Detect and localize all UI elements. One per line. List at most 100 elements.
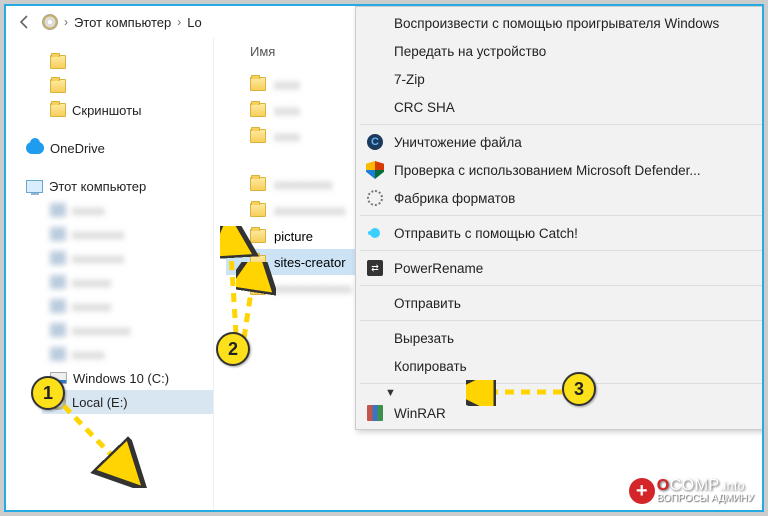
ctx-copy[interactable]: Копировать bbox=[356, 352, 764, 380]
separator bbox=[360, 320, 763, 321]
ctx-label: CRC SHA bbox=[394, 100, 455, 115]
tree-label: xxxxxxxxx bbox=[72, 323, 131, 338]
tree-label: Скриншоты bbox=[72, 103, 141, 118]
shred-icon: C bbox=[366, 133, 384, 151]
tree-item[interactable] bbox=[42, 50, 213, 74]
ctx-send-catch[interactable]: Отправить с помощью Catch! bbox=[356, 219, 764, 247]
tree-label: xxxxxxxx bbox=[72, 227, 124, 242]
folder-icon bbox=[50, 79, 66, 93]
tree-item[interactable]: xxxxxx bbox=[42, 294, 213, 318]
blank-icon bbox=[366, 357, 384, 375]
breadcrumb-root[interactable] bbox=[42, 14, 58, 30]
pc-icon bbox=[26, 180, 43, 193]
tree-item-onedrive[interactable]: OneDrive bbox=[18, 136, 213, 160]
tree-item[interactable]: xxxxxxxxx bbox=[42, 318, 213, 342]
nav-tree: Скриншоты OneDrive Этот компьютер xxxxx … bbox=[6, 38, 214, 510]
file-name: sites-creator bbox=[274, 255, 346, 270]
defender-icon bbox=[366, 161, 384, 179]
ctx-label: Передать на устройство bbox=[394, 44, 546, 59]
breadcrumb[interactable]: › Этот компьютер › Lo bbox=[42, 14, 202, 30]
ctx-label: 7-Zip bbox=[394, 72, 425, 87]
blank-icon bbox=[366, 329, 384, 347]
ctx-label: Фабрика форматов bbox=[394, 191, 515, 206]
disc-icon bbox=[42, 14, 58, 30]
tree-item[interactable]: xxxxxxxx bbox=[42, 246, 213, 270]
ctx-label: WinRAR bbox=[394, 406, 446, 421]
tree-label: xxxxxxxx bbox=[72, 251, 124, 266]
ctx-play-wmp[interactable]: Воспроизвести с помощью проигрывателя Wi… bbox=[356, 9, 764, 37]
tree-label: xxxxx bbox=[72, 203, 105, 218]
expand-menu-chevron[interactable]: ▼ bbox=[356, 387, 764, 399]
winrar-icon bbox=[366, 404, 384, 422]
blank-icon bbox=[366, 70, 384, 88]
breadcrumb-drive[interactable]: Lo bbox=[187, 15, 201, 30]
ctx-label: PowerRename bbox=[394, 261, 483, 276]
tree-item-this-pc[interactable]: Этот компьютер bbox=[18, 174, 213, 198]
file-name: xxxxxxxxxxx bbox=[274, 203, 346, 218]
tree-item-screenshots[interactable]: Скриншоты bbox=[42, 98, 213, 122]
watermark-tagline: вопросы админу bbox=[657, 494, 754, 504]
separator bbox=[360, 124, 763, 125]
file-name: xxxxxxxxxxxx bbox=[274, 281, 352, 296]
folder-icon bbox=[50, 55, 66, 69]
onedrive-icon bbox=[26, 142, 44, 154]
tree-label: xxxxxx bbox=[72, 275, 111, 290]
gear-icon bbox=[366, 189, 384, 207]
ctx-label: Отправить с помощью Catch! bbox=[394, 226, 578, 241]
folder-icon bbox=[250, 281, 266, 295]
context-menu: Воспроизвести с помощью проигрывателя Wi… bbox=[355, 6, 764, 430]
file-name: xxxxxxxxx bbox=[274, 177, 333, 192]
watermark: + OCOMP.info вопросы админу bbox=[629, 478, 754, 504]
ctx-cut[interactable]: Вырезать bbox=[356, 324, 764, 352]
tree-item[interactable]: xxxxx bbox=[42, 342, 213, 366]
ctx-label: Воспроизвести с помощью проигрывателя Wi… bbox=[394, 16, 719, 31]
tree-item-drive-e[interactable]: Local (E:) bbox=[42, 390, 213, 414]
ctx-cast-device[interactable]: Передать на устройство bbox=[356, 37, 764, 65]
ctx-label: Вырезать bbox=[394, 331, 454, 346]
ctx-7zip[interactable]: 7-Zip bbox=[356, 65, 764, 93]
ctx-winrar[interactable]: WinRAR bbox=[356, 399, 764, 427]
nav-back-button[interactable] bbox=[14, 11, 36, 33]
folder-icon bbox=[250, 177, 266, 191]
separator bbox=[360, 250, 763, 251]
annotation-marker-3: 3 bbox=[562, 372, 596, 406]
tree-item[interactable] bbox=[42, 74, 213, 98]
tree-label: Этот компьютер bbox=[49, 179, 146, 194]
tree-item[interactable]: xxxxxx bbox=[42, 270, 213, 294]
ctx-powerrename[interactable]: ⇄PowerRename bbox=[356, 254, 764, 282]
tree-item-drive-c[interactable]: Windows 10 (C:) bbox=[42, 366, 213, 390]
separator bbox=[360, 383, 763, 384]
separator bbox=[360, 285, 763, 286]
tree-label: Local (E:) bbox=[72, 395, 128, 410]
ctx-send-to[interactable]: Отправить bbox=[356, 289, 764, 317]
chevron-right-icon: › bbox=[177, 15, 181, 29]
folder-icon bbox=[250, 229, 266, 243]
blank-icon bbox=[366, 294, 384, 312]
ctx-label: Копировать bbox=[394, 359, 467, 374]
tree-label: OneDrive bbox=[50, 141, 105, 156]
blank-icon bbox=[366, 98, 384, 116]
plus-icon: + bbox=[629, 478, 655, 504]
file-name: xxxx bbox=[274, 103, 300, 118]
ctx-format-factory[interactable]: Фабрика форматов bbox=[356, 184, 764, 212]
breadcrumb-this-pc[interactable]: Этот компьютер bbox=[74, 15, 171, 30]
blank-icon bbox=[366, 14, 384, 32]
blank-icon bbox=[366, 42, 384, 60]
tree-label: xxxxx bbox=[72, 347, 105, 362]
watermark-brand: OCOMP.info bbox=[657, 478, 754, 494]
tree-item[interactable]: xxxxx bbox=[42, 198, 213, 222]
tree-item[interactable]: xxxxxxxx bbox=[42, 222, 213, 246]
annotation-marker-2: 2 bbox=[216, 332, 250, 366]
folder-icon bbox=[50, 103, 66, 117]
chevron-left-icon bbox=[16, 13, 34, 31]
file-name: xxxx bbox=[274, 77, 300, 92]
folder-icon bbox=[250, 77, 266, 91]
annotation-marker-1: 1 bbox=[31, 376, 65, 410]
ctx-defender-scan[interactable]: Проверка с использованием Microsoft Defe… bbox=[356, 156, 764, 184]
ctx-file-destroy[interactable]: CУничтожение файла bbox=[356, 128, 764, 156]
separator bbox=[360, 215, 763, 216]
folder-icon bbox=[250, 103, 266, 117]
chevron-right-icon: › bbox=[64, 15, 68, 29]
folder-icon bbox=[250, 203, 266, 217]
ctx-crc-sha[interactable]: CRC SHA bbox=[356, 93, 764, 121]
